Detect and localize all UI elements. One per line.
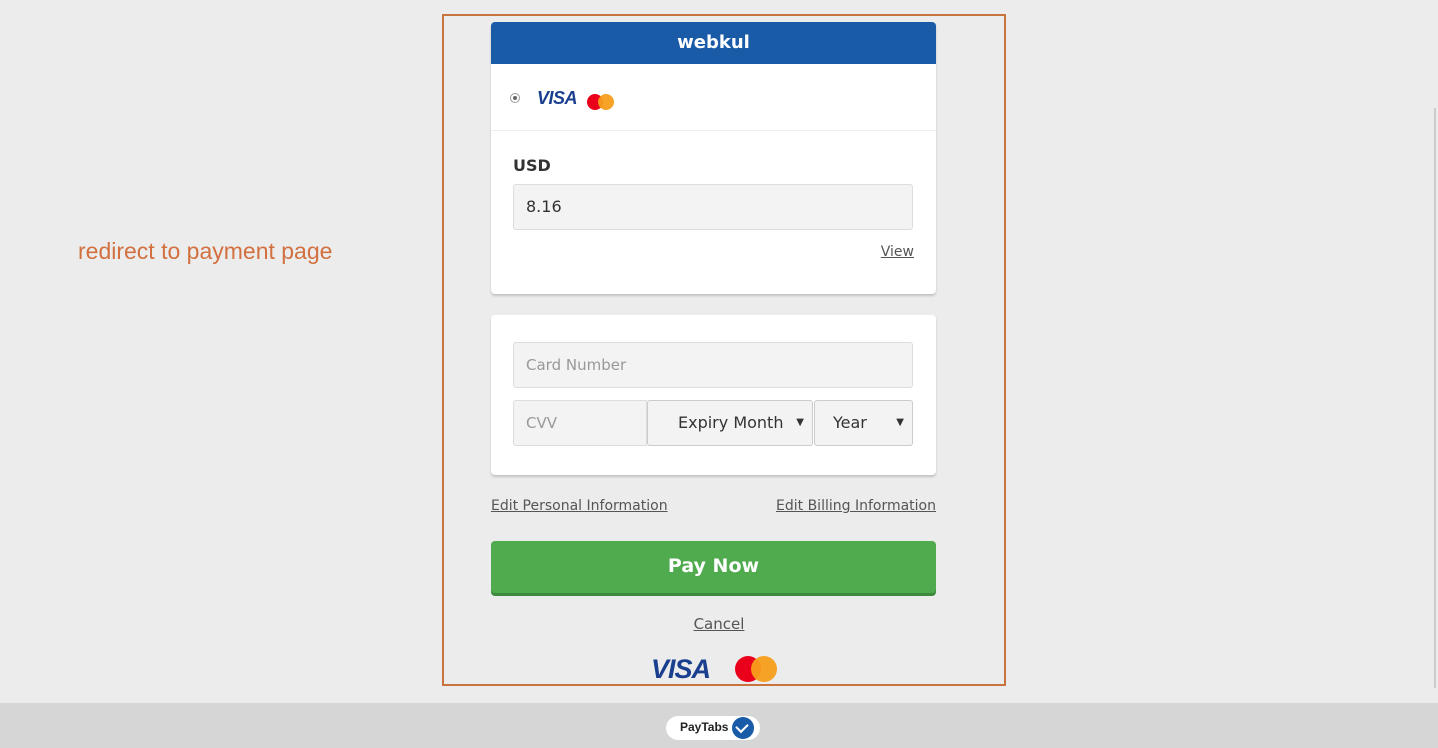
mastercard-icon-large xyxy=(735,656,777,682)
page-edge-divider xyxy=(1434,108,1436,688)
card-radio-button[interactable] xyxy=(510,93,520,103)
amount-field: 8.16 xyxy=(513,184,913,230)
check-icon xyxy=(732,717,754,739)
expiry-month-select[interactable]: Expiry Month ▼ xyxy=(647,400,813,446)
currency-label: USD xyxy=(513,156,551,175)
cancel-link[interactable]: Cancel xyxy=(694,615,745,633)
card-details-card: Card Number CVV Expiry Month ▼ Year ▼ xyxy=(491,315,936,475)
cancel-link-row: Cancel xyxy=(0,615,1438,633)
expiry-year-value: Year xyxy=(833,413,867,432)
paytabs-brand-text: PayTabs xyxy=(680,720,729,734)
chevron-down-icon: ▼ xyxy=(896,417,904,428)
edit-billing-info-link[interactable]: Edit Billing Information xyxy=(776,498,936,514)
expiry-month-value: Expiry Month xyxy=(678,413,784,432)
visa-logo-large: VISA xyxy=(651,654,711,684)
expiry-year-select[interactable]: Year ▼ xyxy=(814,400,913,446)
chevron-down-icon: ▼ xyxy=(796,417,804,428)
footer: PayTabs xyxy=(0,703,1438,748)
mastercard-icon xyxy=(587,94,615,110)
cvv-input[interactable]: CVV xyxy=(513,400,647,446)
payment-method-row[interactable]: VISA xyxy=(491,64,936,131)
edit-personal-info-link[interactable]: Edit Personal Information xyxy=(491,498,668,514)
merchant-name: webkul xyxy=(491,22,936,64)
visa-logo: VISA xyxy=(537,88,578,108)
merchant-card: webkul VISA USD 8.16 View xyxy=(491,22,936,294)
view-link[interactable]: View xyxy=(881,244,914,260)
paytabs-logo: PayTabs xyxy=(666,716,760,740)
accepted-cards-logos: VISA xyxy=(651,654,781,684)
annotation-text: redirect to payment page xyxy=(78,238,333,264)
pay-now-button[interactable]: Pay Now xyxy=(491,541,936,593)
card-number-input[interactable]: Card Number xyxy=(513,342,913,388)
